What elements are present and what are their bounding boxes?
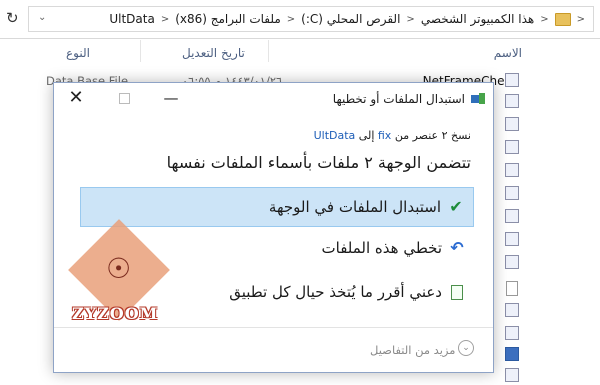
file-icon [505,368,519,382]
skip-arrow-icon: ↶ [450,238,464,257]
option-label: تخطي هذه الملفات [321,239,443,257]
more-details-link[interactable]: مزيد من التفاصيل [370,343,455,357]
column-headers: الاسم تاريخ التعديل النوع [0,40,600,64]
close-button[interactable]: ✕ [62,87,90,109]
app-icon [505,347,519,361]
check-icon: ✔ [449,197,463,216]
file-icon [505,94,519,108]
copy-summary: نسخ ٢ عنصر من fix إلى UltData [314,129,471,142]
breadcrumb-this-pc[interactable]: هذا الكمبيوتر الشخصي [421,12,534,26]
folder-icon [554,12,571,26]
breadcrumb-local-disk[interactable]: القرص المحلي (C:) [301,12,400,26]
maximize-button [110,87,138,109]
chevron-icon: < [160,13,170,25]
copy-from-word: من [394,129,410,142]
dialog-title: استبدال الملفات أو تخطيها [332,92,465,106]
file-icon [505,186,519,200]
chevron-icon: < [540,13,549,25]
replace-files-option[interactable]: ✔ استبدال الملفات في الوجهة [80,187,474,227]
address-bar: ↻ < < هذا الكمبيوتر الشخصي < القرص المحل… [0,0,600,39]
chevron-down-icon[interactable]: ⌄ [38,12,46,23]
file-icon [505,73,519,87]
chevron-icon: < [576,13,585,25]
option-label: دعني أقرر ما يُتخذ حيال كل تطبيق [229,283,442,301]
destination-folder-link[interactable]: UltData [314,129,356,142]
column-type[interactable]: النوع [66,46,90,60]
file-icon [505,163,519,177]
column-divider[interactable] [140,40,141,62]
file-icon [505,209,519,223]
file-icon [505,303,519,317]
column-date[interactable]: تاريخ التعديل [182,46,245,60]
chevron-down-icon[interactable]: ⌄ [458,340,474,356]
file-icon [505,255,519,269]
breadcrumb[interactable]: < < هذا الكمبيوتر الشخصي < القرص المحلي … [28,6,594,32]
watermark-emblem-icon: ☉ [106,252,132,285]
document-icon [506,281,518,296]
file-icon [505,326,519,340]
file-icon [505,232,519,246]
copy-to-word: إلى [358,129,375,142]
file-icon [505,117,519,131]
file-transfer-icon [471,93,485,105]
maximize-icon [118,93,130,104]
copy-prefix: نسخ ٢ عنصر [412,129,471,142]
breadcrumb-program-files[interactable]: ملفات البرامج (x86) [175,12,281,26]
dialog-titlebar[interactable]: ✕ — استبدال الملفات أو تخطيها [54,83,493,115]
decide-file-icon [448,283,466,301]
column-divider[interactable] [268,40,269,62]
chevron-icon: < [286,13,296,25]
watermark-text: ZYZOOM [72,304,159,323]
file-icon [505,140,519,154]
chevron-icon: < [406,13,415,25]
source-folder-link[interactable]: fix [378,129,391,142]
breadcrumb-ultdata[interactable]: UltData [109,12,154,26]
conflict-headline: تتضمن الوجهة ٢ ملفات بأسماء الملفات نفسه… [166,153,471,172]
option-label: استبدال الملفات في الوجهة [268,198,441,216]
refresh-icon[interactable]: ↻ [6,9,19,27]
column-name[interactable]: الاسم [494,46,522,60]
watermark-logo: ☉ ZYZOOM [68,219,170,336]
minimize-button[interactable]: — [157,87,185,109]
